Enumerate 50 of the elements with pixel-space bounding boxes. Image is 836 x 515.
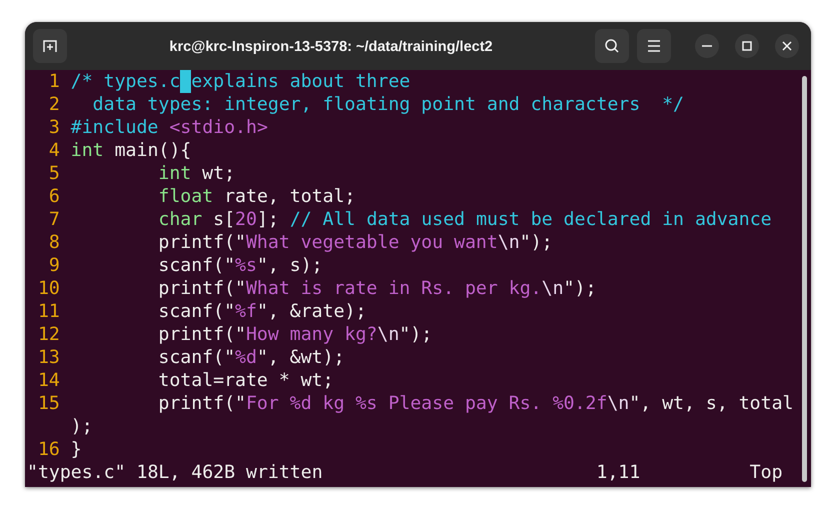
code-line: char s[20]; // All data used must be declared in advance [157,208,772,231]
code-line: total=rate * wt; [157,369,334,392]
code-line: float rate, total; [157,185,356,208]
line-number: 13 [36,346,60,369]
menu-icon [647,40,661,52]
search-icon [604,38,620,54]
code-line: scanf("%s", s); [157,254,323,277]
line-number: 16 [36,438,60,461]
status-message: "types.c" 18L, 462B written [27,462,323,483]
line-number: 9 [48,254,60,277]
code-line: printf("For %d kg %s Please pay Rs. %0.2f\n", wt, s, total [157,392,794,415]
window-title: krc@krc-Inspiron-13-5378: ~/data/training/lect2 [169,38,493,55]
line-number: 2 [48,93,60,116]
maximize-icon [742,41,752,51]
code-line: int main(){ [70,139,192,162]
new-tab-icon [42,38,58,54]
line-number: 12 [36,323,60,346]
menu-button[interactable] [637,29,671,63]
line-number: 6 [48,185,60,208]
code-line: scanf("%d", &wt); [157,346,345,369]
line-number: 14 [36,369,60,392]
line-number: 3 [48,116,60,139]
code-line: #include <stdio.h> [70,116,268,139]
code-line: printf("What is rate in Rs. per kg.\n"); [157,277,596,300]
line-number: 8 [48,231,60,254]
search-button[interactable] [595,29,629,63]
cursor-position: 1,11 [596,462,640,483]
code-line: scanf("%f", &rate); [157,300,366,323]
code-line: printf("How many kg?\n"); [157,323,432,346]
line-number: 5 [48,162,60,185]
line-number: 11 [36,300,60,323]
scroll-position: Top [750,462,783,483]
minimize-icon [702,45,712,47]
code-line: int wt; [157,162,236,185]
new-tab-button[interactable] [33,29,67,63]
code-line: data types: integer, floating point and characters */ [92,93,684,116]
line-number: 1 [48,70,60,93]
code-line: /* types.c explains about three [70,70,410,93]
line-number: 15 [36,392,60,415]
maximize-button[interactable] [735,34,759,58]
close-button[interactable] [775,34,799,58]
minimize-button[interactable] [695,34,719,58]
code-line: printf("What vegetable you want\n"); [157,231,553,254]
code-line: ); [70,415,93,438]
line-number: 10 [36,277,60,300]
line-number: 4 [48,139,60,162]
code-line: } [70,438,82,461]
scrollbar[interactable] [802,76,807,482]
line-number: 7 [48,208,60,231]
close-icon [782,41,792,51]
